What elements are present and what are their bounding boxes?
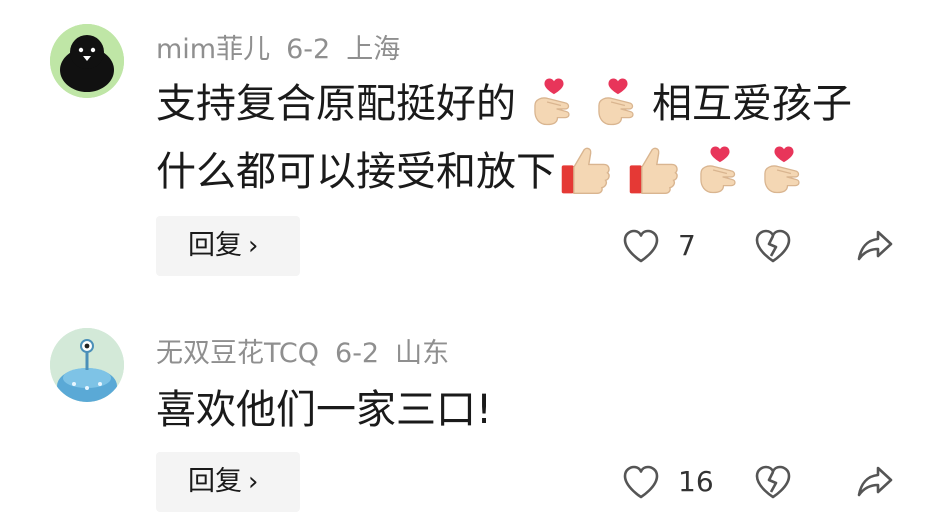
comment-date: 6-2 bbox=[286, 34, 331, 65]
broken-heart-icon[interactable] bbox=[754, 228, 792, 268]
finger-heart-icon bbox=[528, 76, 580, 128]
comment-text: 喜欢他们一家三口! bbox=[156, 387, 493, 433]
finger-heart-icon bbox=[758, 144, 810, 196]
comment-item: mim菲儿 6-2 上海 支持复合原配挺好的 相互爱孩子 什么都可以接受和放下 回复 ›… bbox=[0, 0, 930, 300]
share-arrow-icon[interactable] bbox=[856, 228, 894, 268]
comment-text: 支持复合原配挺好的 bbox=[156, 81, 516, 127]
like-count: 16 bbox=[678, 465, 714, 498]
reply-label: 回复 bbox=[188, 230, 242, 261]
reply-button[interactable]: 回复 › bbox=[156, 216, 300, 276]
comment-actions: 16 bbox=[600, 452, 910, 512]
comment-text-line: 支持复合原配挺好的 相互爱孩子 bbox=[156, 72, 852, 136]
heart-outline-icon[interactable] bbox=[622, 464, 660, 504]
username[interactable]: 无双豆花TCQ bbox=[156, 338, 319, 369]
comment-text: 什么都可以接受和放下 bbox=[156, 149, 556, 195]
broken-heart-icon[interactable] bbox=[754, 464, 792, 504]
comment-item: 无双豆花TCQ 6-2 山东 喜欢他们一家三口! 回复 › 16 bbox=[0, 300, 930, 512]
reply-label: 回复 bbox=[188, 466, 242, 497]
share-arrow-icon[interactable] bbox=[856, 464, 894, 504]
comment-actions: 7 bbox=[600, 216, 910, 276]
thumbs-up-icon bbox=[558, 142, 614, 198]
comment-text: 相互爱孩子 bbox=[652, 81, 852, 127]
username[interactable]: mim菲儿 bbox=[156, 34, 270, 65]
comment-location: 上海 bbox=[346, 34, 401, 65]
reply-button[interactable]: 回复 › bbox=[156, 452, 300, 512]
comment-location: 山东 bbox=[395, 338, 450, 369]
like-count: 7 bbox=[678, 229, 696, 262]
blue-cartoon-avatar-icon[interactable] bbox=[50, 328, 124, 402]
finger-heart-icon bbox=[694, 144, 746, 196]
thumbs-up-icon bbox=[626, 142, 682, 198]
comment-text-line: 什么都可以接受和放下 bbox=[156, 140, 810, 204]
chevron-right-icon: › bbox=[248, 231, 259, 261]
comment-meta: mim菲儿 6-2 上海 bbox=[156, 27, 416, 66]
comment-meta: 无双豆花TCQ 6-2 山东 bbox=[156, 331, 465, 370]
chevron-right-icon: › bbox=[248, 467, 259, 497]
black-penguin-avatar-icon[interactable] bbox=[50, 24, 124, 98]
comment-text-line: 喜欢他们一家三口! bbox=[156, 378, 492, 442]
finger-heart-icon bbox=[592, 76, 644, 128]
heart-outline-icon[interactable] bbox=[622, 228, 660, 268]
comment-date: 6-2 bbox=[335, 338, 380, 369]
